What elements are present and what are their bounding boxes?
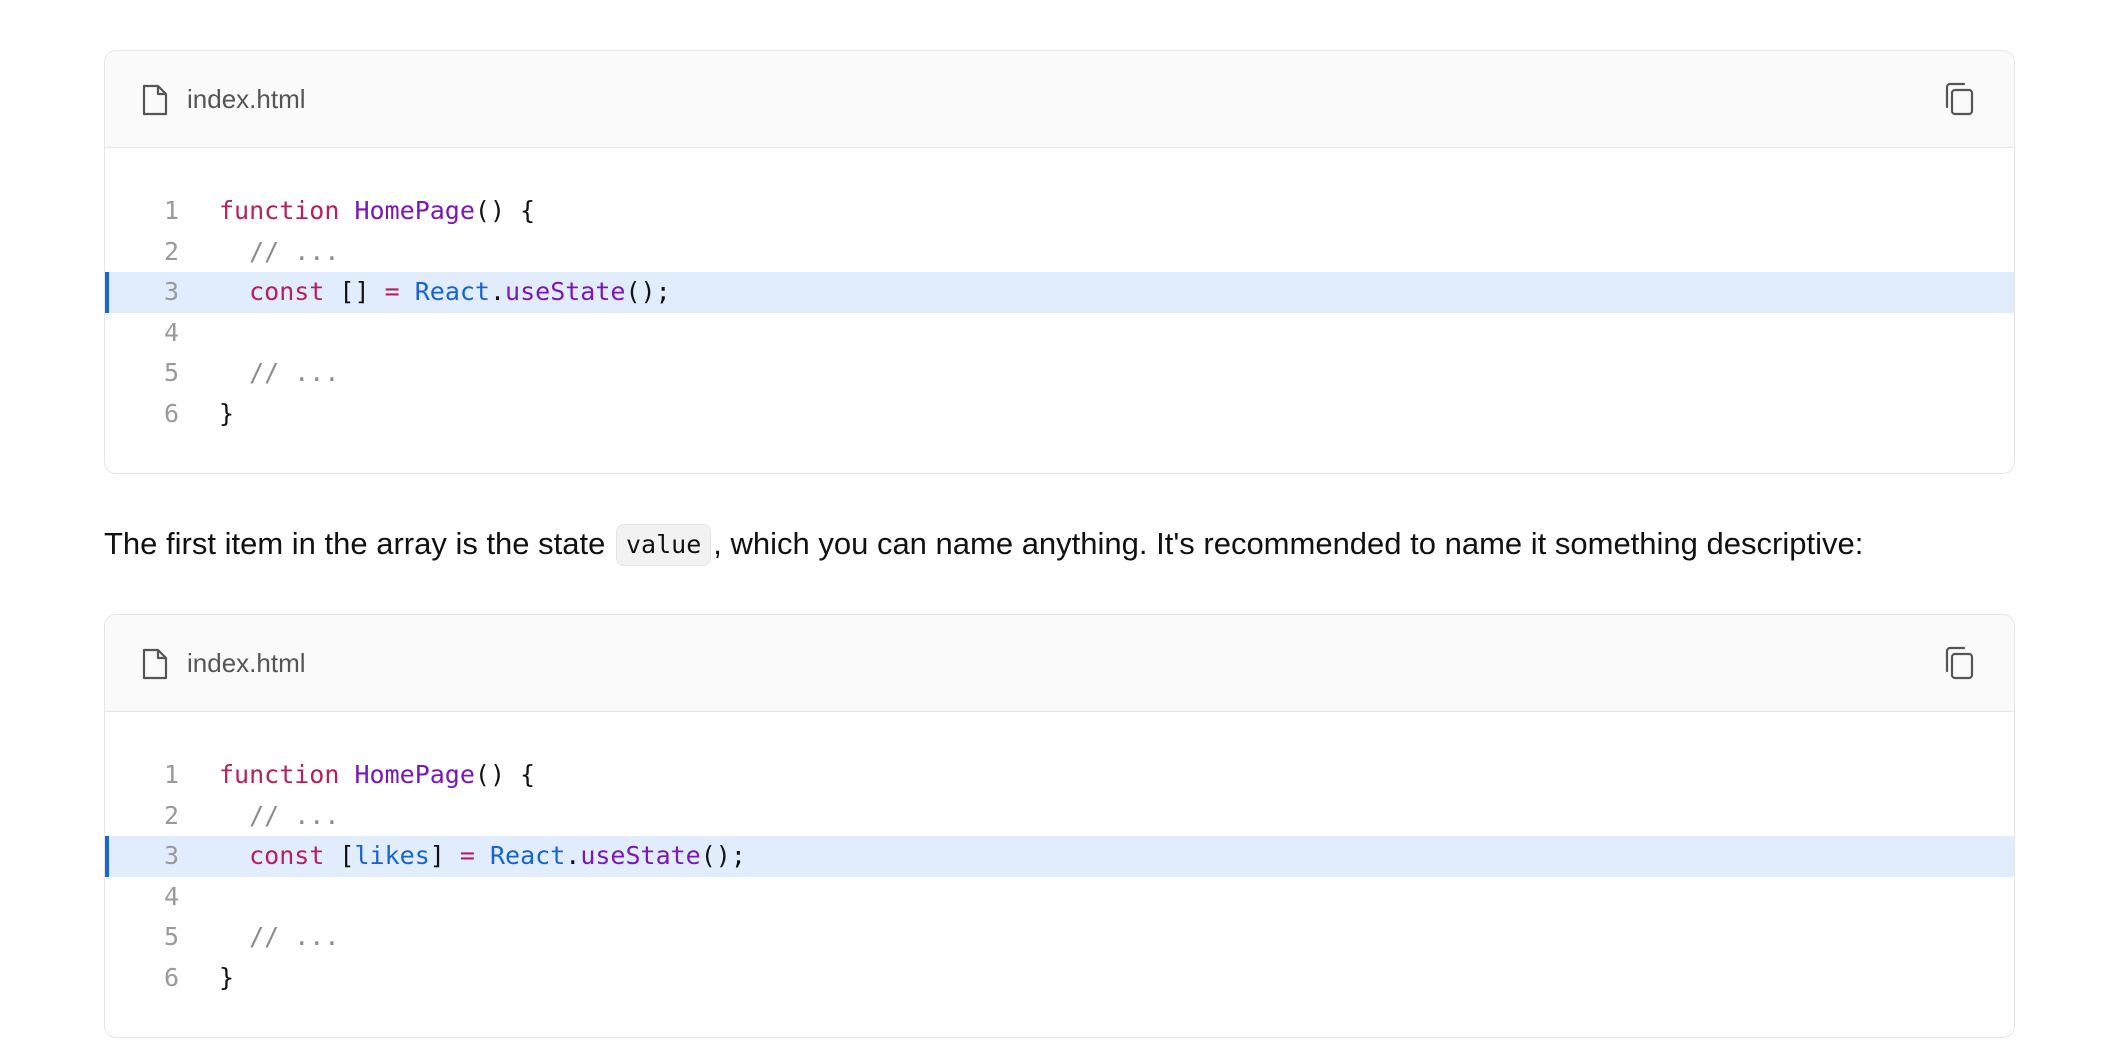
line-number: 4 <box>163 317 179 347</box>
code-block: index.html 1 function HomePage() {2 // ..… <box>104 50 2015 474</box>
code-line: 1 function HomePage() { <box>105 191 2014 232</box>
code-token: const <box>249 841 325 870</box>
code-line: 4 <box>105 877 2014 918</box>
line-number: 2 <box>163 800 179 830</box>
file-name: index.html <box>187 648 306 678</box>
line-code: const [likes] = React.useState(); <box>219 836 746 877</box>
code-line: 6} <box>105 958 2014 999</box>
line-number: 3 <box>163 841 179 870</box>
code-token: . <box>565 841 581 870</box>
code-token: } <box>219 398 235 428</box>
code-token: function <box>219 196 340 225</box>
line-code: // ... <box>219 353 339 394</box>
code-token: } <box>219 962 235 992</box>
code-line: 5 // ... <box>105 917 2014 958</box>
code-token: ] <box>429 841 460 870</box>
line-number: 1 <box>163 196 179 225</box>
code-body: 1 function HomePage() {2 // ... 3 const [l… <box>105 712 2014 998</box>
code-token: React <box>414 277 490 306</box>
code-token: const <box>249 277 325 306</box>
line-code: function HomePage() { <box>219 191 535 232</box>
code-line: 4 <box>105 313 2014 354</box>
paragraph-text: , which you can name anything. It's reco… <box>713 526 1864 561</box>
line-number: 5 <box>163 358 179 387</box>
code-token: = <box>459 841 475 870</box>
line-code: // ... <box>219 796 339 837</box>
line-number: 6 <box>163 962 179 992</box>
code-token: HomePage <box>354 760 475 789</box>
code-token: // ... <box>219 236 340 266</box>
line-number: 1 <box>163 760 179 789</box>
line-number: 2 <box>163 236 179 266</box>
line-code: // ... <box>219 917 339 958</box>
line-number: 3 <box>163 277 179 306</box>
line-code: } <box>219 958 234 999</box>
code-token: // ... <box>219 358 340 387</box>
code-token: // ... <box>219 800 340 830</box>
code-line: 6} <box>105 394 2014 435</box>
code-token: [] <box>324 277 385 306</box>
line-code: function HomePage() { <box>219 755 535 796</box>
code-token: function <box>219 760 340 789</box>
line-code: // ... <box>219 232 339 273</box>
code-token: (); <box>625 277 671 306</box>
code-line: 1 function HomePage() { <box>105 755 2014 796</box>
code-line: 3 const [] = React.useState(); <box>105 272 2014 313</box>
code-token: likes <box>354 841 430 870</box>
code-token: // ... <box>219 922 340 951</box>
code-token: = <box>384 277 400 306</box>
paragraph-text: The first item in the array is the state <box>104 526 614 561</box>
copy-icon[interactable] <box>1942 81 1976 117</box>
line-number: 6 <box>163 398 179 428</box>
code-token: () { <box>474 196 536 225</box>
code-token: . <box>489 277 506 306</box>
file-name: index.html <box>187 84 306 114</box>
file-icon <box>142 84 168 116</box>
code-token: React <box>489 841 566 870</box>
code-line: 5 // ... <box>105 353 2014 394</box>
code-token: useState <box>580 841 701 870</box>
inline-code: value <box>615 524 712 566</box>
code-line: 2 // ... <box>105 232 2014 273</box>
code-line: 2 // ... <box>105 796 2014 837</box>
code-block-header: index.html <box>105 51 2014 148</box>
line-code: const [] = React.useState(); <box>219 272 671 313</box>
line-code: } <box>219 394 234 435</box>
file-icon <box>142 648 168 680</box>
explanation-paragraph: The first item in the array is the state… <box>104 520 1863 568</box>
line-number: 5 <box>163 922 179 951</box>
code-body: 1 function HomePage() {2 // ... 3 const []… <box>105 148 2014 434</box>
code-token: HomePage <box>354 196 475 225</box>
code-token: (); <box>700 841 746 870</box>
line-number: 4 <box>163 881 179 911</box>
copy-icon[interactable] <box>1942 645 1976 681</box>
code-token: () { <box>474 760 536 789</box>
code-block-header: index.html <box>105 615 2014 712</box>
code-line: 3 const [likes] = React.useState(); <box>105 836 2014 877</box>
code-block: index.html 1 function HomePage() {2 // ..… <box>104 614 2015 1038</box>
code-token: [ <box>324 841 355 870</box>
code-token: useState <box>505 277 626 306</box>
